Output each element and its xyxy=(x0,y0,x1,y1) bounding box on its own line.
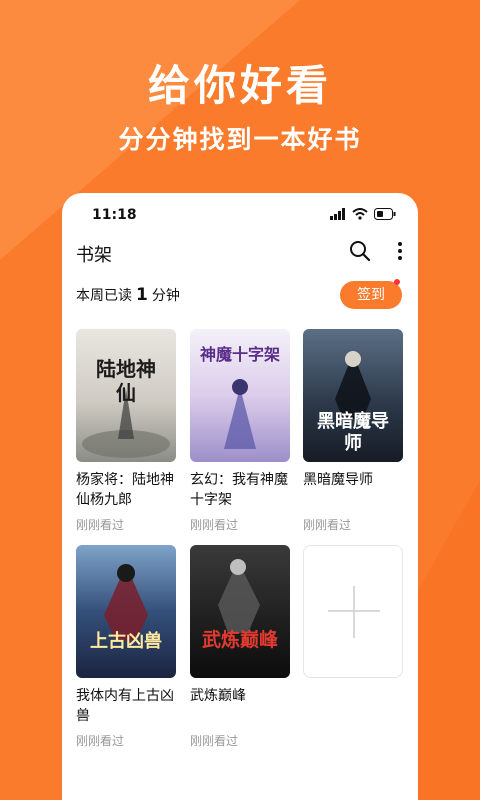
book-title: 玄幻：我有神魔十字架 xyxy=(190,472,288,508)
weekly-reading-row: 本周已读 1 分钟 签到 xyxy=(62,279,418,311)
promo-subtitle: 分分钟找到一本好书 xyxy=(118,125,362,154)
signal-icon xyxy=(330,208,345,220)
battery-icon xyxy=(374,208,396,220)
reading-prefix: 本周已读 xyxy=(76,288,132,304)
wifi-icon xyxy=(352,208,368,220)
book-status: 刚刚看过 xyxy=(303,518,352,532)
status-bar: 11:18 xyxy=(62,193,418,237)
book-cover[interactable]: 陆地神仙 xyxy=(76,329,176,462)
book-status: 刚刚看过 xyxy=(190,734,239,748)
book-status: 刚刚看过 xyxy=(76,734,125,748)
page-title: 书架 xyxy=(76,245,112,266)
cover-title-text: 陆地神仙 xyxy=(96,357,156,405)
book-item[interactable]: 陆地神仙 杨家将：陆地神仙杨九郎 刚刚看过 xyxy=(76,329,176,533)
cover-title-text: 黑暗魔导师 xyxy=(317,411,389,454)
book-item[interactable]: 神魔十字架 玄幻：我有神魔十字架 刚刚看过 xyxy=(190,329,290,533)
checkin-badge xyxy=(394,279,400,285)
book-cover[interactable]: 黑暗魔导师 xyxy=(303,329,403,462)
status-time: 11:18 xyxy=(92,207,137,223)
book-title: 黑暗魔导师 xyxy=(303,472,373,488)
add-book-button[interactable] xyxy=(303,545,403,678)
cover-title-text: 武炼巅峰 xyxy=(201,629,278,651)
book-title: 武炼巅峰 xyxy=(190,688,246,704)
book-status: 刚刚看过 xyxy=(76,518,125,532)
cover-art xyxy=(218,559,260,633)
book-status: 刚刚看过 xyxy=(190,518,239,532)
cover-art xyxy=(104,564,148,641)
book-cover[interactable]: 神魔十字架 xyxy=(190,329,290,462)
book-item[interactable]: 黑暗魔导师 黑暗魔导师 刚刚看过 xyxy=(303,329,403,533)
cover-title-text: 上古凶兽 xyxy=(90,631,162,652)
status-icons xyxy=(330,208,396,220)
book-title: 杨家将：陆地神仙杨九郎 xyxy=(76,472,174,508)
phone-screen: 11:18 书架 本周已读 1 分钟 签到 陆地神仙 杨家将：陆地神仙杨九郎 刚… xyxy=(62,193,418,800)
reading-minutes: 1 xyxy=(136,285,148,305)
book-cover[interactable]: 武炼巅峰 xyxy=(190,545,290,678)
more-icon[interactable] xyxy=(392,239,408,263)
checkin-button[interactable]: 签到 xyxy=(340,281,402,309)
book-title: 我体内有上古凶兽 xyxy=(76,688,174,724)
book-item[interactable]: 上古凶兽 我体内有上古凶兽 刚刚看过 xyxy=(76,545,176,749)
app-bar: 书架 xyxy=(62,237,418,277)
reading-suffix: 分钟 xyxy=(151,288,180,304)
book-item[interactable]: 武炼巅峰 武炼巅峰 刚刚看过 xyxy=(190,545,290,749)
book-cover[interactable]: 上古凶兽 xyxy=(76,545,176,678)
plus-icon xyxy=(353,586,355,638)
search-icon[interactable] xyxy=(348,239,372,263)
weekly-reading-text: 本周已读 1 分钟 xyxy=(76,285,180,305)
promo-title: 给你好看 xyxy=(147,61,332,110)
cover-title-text: 神魔十字架 xyxy=(199,345,280,364)
